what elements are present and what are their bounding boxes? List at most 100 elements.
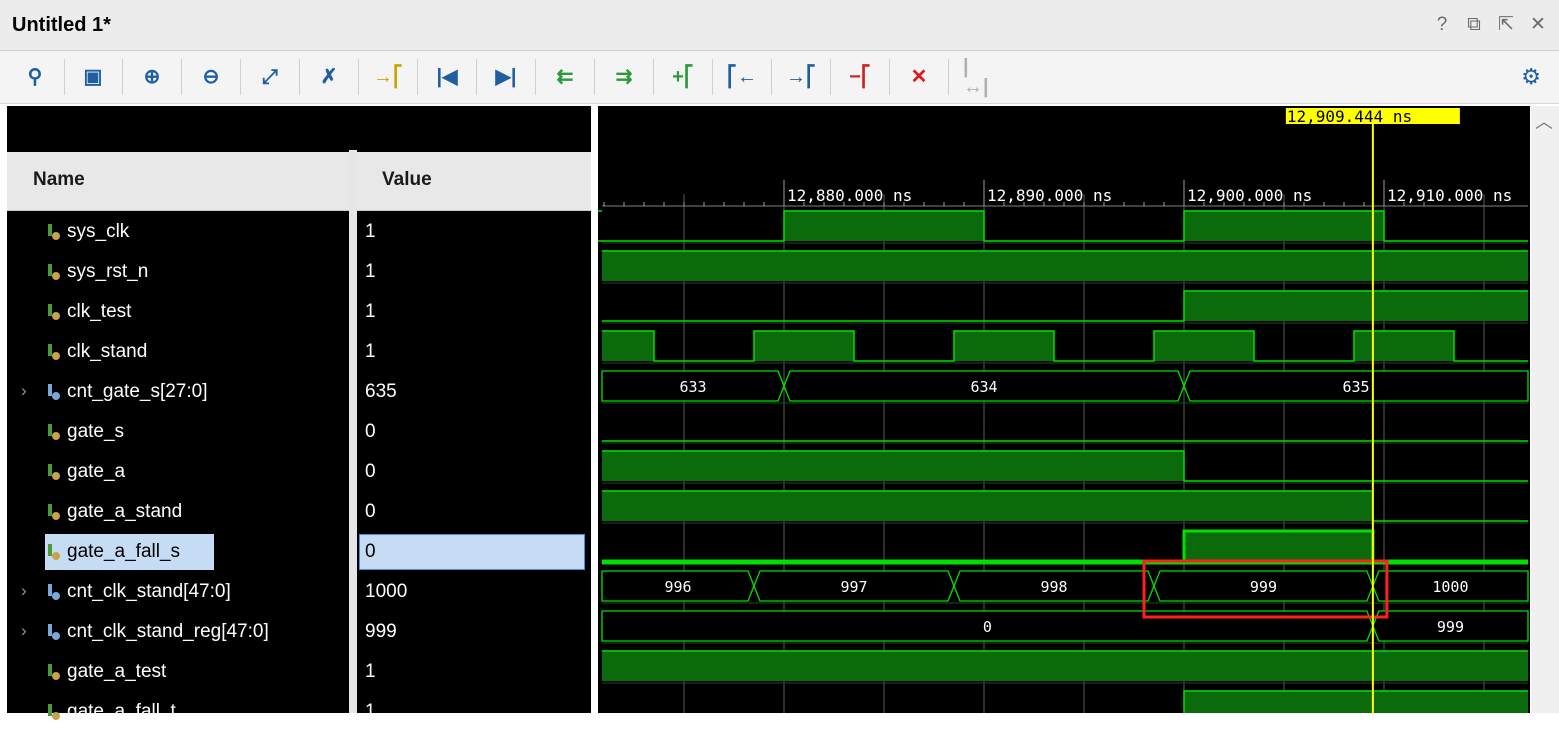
toolbar-separator (948, 59, 949, 95)
signal-row[interactable]: sys_rst_n 1 (7, 252, 591, 292)
delete-marker-icon[interactable]: −⎡ (845, 62, 875, 92)
go-to-start-icon[interactable]: |◀ (432, 62, 462, 92)
signal-icon (48, 664, 60, 680)
signal-value: 999 (365, 621, 397, 642)
toolbar-separator (535, 59, 536, 95)
signal-row[interactable]: gate_a_fall_t 1 (7, 692, 591, 732)
delete-all-markers-icon[interactable]: ✕ (904, 62, 934, 92)
signal-row[interactable]: clk_test 1 (7, 292, 591, 332)
signal-name: cnt_clk_stand[47:0] (67, 581, 231, 602)
cnt-clk-stand-reg-bus-value: 999 (1437, 618, 1464, 636)
expand-chevron-icon[interactable]: › (21, 581, 27, 601)
signal-name: clk_test (67, 301, 132, 322)
signal-name: cnt_gate_s[27:0] (67, 381, 208, 402)
signal-value: 1 (365, 221, 376, 242)
next-marker-icon[interactable]: →⎡ (786, 62, 816, 92)
gate-a-fall-s-high-fill (1184, 531, 1373, 561)
restore-icon[interactable]: ⧉ (1465, 14, 1483, 36)
gate-a-fall-s-waveform (602, 529, 1528, 563)
signal-name: sys_clk (67, 221, 130, 242)
clk-stand-high-fill (754, 331, 854, 361)
swap-cursors-left-icon[interactable]: ⇇ (550, 62, 580, 92)
signal-value: 0 (365, 541, 376, 562)
signal-row[interactable]: gate_a_test 1 (7, 652, 591, 692)
gate-a-fall-t-high-fill (1184, 691, 1528, 721)
signal-icon (48, 264, 60, 280)
prev-marker-icon[interactable]: ⎡← (727, 62, 757, 92)
swap-cursors-right-icon[interactable]: ⇉ (609, 62, 639, 92)
cnt-gate-s-bus-value: 634 (970, 378, 997, 396)
toolbar-separator (889, 59, 890, 95)
go-to-end-icon[interactable]: ▶| (491, 62, 521, 92)
gate-a-test-high-fill (602, 651, 1528, 681)
sys-clk-high-fill (784, 211, 984, 241)
zoom-fit-icon[interactable]: ⤢ (255, 62, 285, 92)
bus-signal-icon (48, 384, 60, 400)
signal-value: 1 (365, 301, 376, 322)
title-bar: Untitled 1* ? ⧉ ⇱ ✕ (0, 0, 1559, 51)
time-label: 12,900.000 ns (1187, 186, 1312, 205)
settings-gear-icon[interactable]: ⚙ (1521, 64, 1541, 90)
expand-chevron-icon[interactable]: › (21, 621, 27, 641)
help-icon[interactable]: ? (1433, 14, 1451, 36)
toolbar-separator (240, 59, 241, 95)
value-selection-highlight (359, 534, 585, 570)
sys-rst-n-high-fill (602, 251, 1528, 281)
cursor-time-label: 12,909.444 ns (1287, 107, 1412, 126)
waveform-canvas[interactable]: 12,880.000 ns 12,890.000 ns 12,900.000 ns 1… (583, 106, 1530, 724)
signal-value: 1 (365, 701, 376, 722)
waveform-panel[interactable]: 12,880.000 ns 12,890.000 ns 12,900.000 ns 1… (583, 106, 1530, 724)
go-to-cursor-icon[interactable]: ✗ (314, 62, 344, 92)
expand-chevron-icon[interactable]: › (21, 381, 27, 401)
clk-stand-high-fill (1354, 331, 1454, 361)
toolbar-separator (181, 59, 182, 95)
float-icon[interactable]: ⇱ (1497, 14, 1515, 36)
zoom-in-icon[interactable]: ⊕ (137, 62, 167, 92)
cnt-gate-s-bus-value: 635 (1342, 378, 1369, 396)
signal-icon (48, 704, 60, 720)
name-column-header[interactable]: Name (7, 152, 349, 211)
add-marker-icon[interactable]: +⎡ (668, 62, 698, 92)
marker-distance-icon[interactable]: |↔| (963, 57, 993, 97)
clk-stand-high-fill (602, 331, 654, 361)
time-label: 12,890.000 ns (987, 186, 1112, 205)
close-icon[interactable]: ✕ (1529, 14, 1547, 36)
time-label: 12,910.000 ns (1387, 186, 1512, 205)
cnt-clk-stand-bus-value: 998 (1040, 578, 1067, 596)
value-column-header[interactable]: Value (357, 152, 591, 211)
clk-test-high-fill (1184, 291, 1528, 321)
toolbar-separator (122, 59, 123, 95)
zoom-out-icon[interactable]: ⊖ (196, 62, 226, 92)
signal-row[interactable]: clk_stand 1 (7, 332, 591, 372)
search-icon[interactable]: ⚲ (20, 62, 50, 92)
signal-row[interactable]: gate_s 0 (7, 412, 591, 452)
toolbar-separator (830, 59, 831, 95)
signal-value: 1 (365, 341, 376, 362)
prev-transition-icon[interactable]: →⎡ (373, 62, 403, 92)
signal-icon (48, 424, 60, 440)
cnt-gate-s-bus-value: 633 (679, 378, 706, 396)
signal-row[interactable]: › cnt_clk_stand_reg[47:0] 999 (7, 612, 591, 652)
toolbar-separator (771, 59, 772, 95)
waveform-toolbar: ⚙ ⚲ ▣ ⊕ ⊖ ⤢ ✗ →⎡ |◀ ▶| ⇇ ⇉ +⎡ ⎡← →⎡ −⎡ ✕ |↔| (0, 51, 1559, 104)
toolbar-separator (417, 59, 418, 95)
signal-name: cnt_clk_stand_reg[47:0] (67, 621, 269, 642)
signal-name: gate_s (67, 421, 125, 442)
cnt-clk-stand-bus-value: 996 (664, 578, 691, 596)
signal-row[interactable]: sys_clk 1 (7, 212, 591, 252)
signal-row[interactable]: gate_a_fall_s 0 (7, 532, 591, 572)
signal-row[interactable]: gate_a 0 (7, 452, 591, 492)
save-icon[interactable]: ▣ (78, 62, 108, 92)
signal-row[interactable]: gate_a_stand 0 (7, 492, 591, 532)
signal-row[interactable]: › cnt_clk_stand[47:0] 1000 (7, 572, 591, 612)
signal-icon (48, 544, 60, 560)
signal-value: 635 (365, 381, 397, 402)
signal-value: 0 (365, 461, 376, 482)
toolbar-separator (299, 59, 300, 95)
signal-panel: Name Value sys_clk 1 sys_rst_n 1 clk_test 1 cl… (7, 106, 591, 722)
signal-row[interactable]: › cnt_gate_s[27:0] 635 (7, 372, 591, 412)
vertical-scrollbar[interactable]: ︿ (1531, 106, 1559, 713)
scroll-up-icon[interactable]: ︿ (1535, 108, 1553, 134)
signal-icon (48, 504, 60, 520)
cnt-clk-stand-bus-value: 997 (840, 578, 867, 596)
